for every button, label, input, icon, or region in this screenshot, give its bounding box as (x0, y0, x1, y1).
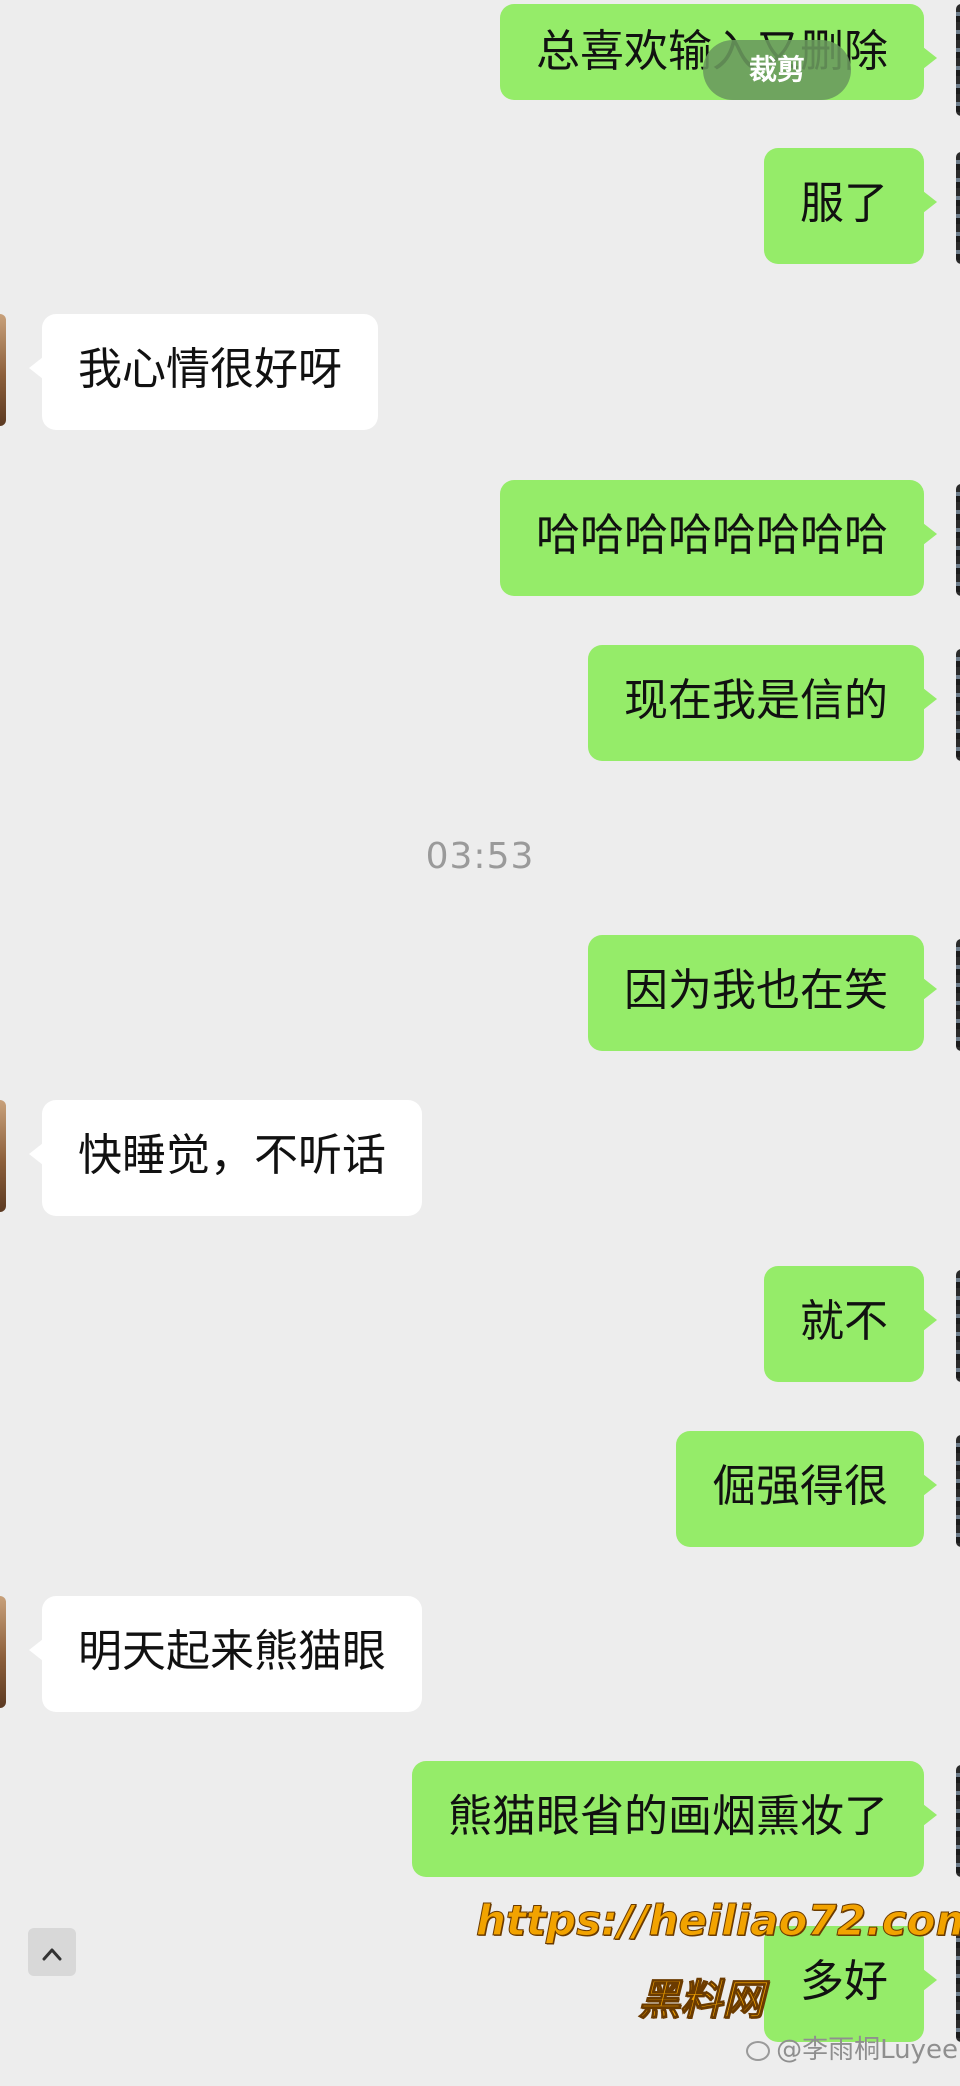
crop-button[interactable]: 裁剪 (703, 40, 851, 100)
contact-avatar[interactable] (0, 1100, 6, 1212)
message-text: 倔强得很 (712, 1461, 888, 1512)
watermark-url: https://heiliao72.com (475, 1896, 960, 1946)
message-bubble[interactable]: 服了 (764, 148, 937, 264)
message-bubble[interactable]: 倔强得很 (676, 1431, 937, 1547)
chevron-up-icon (42, 1935, 62, 1968)
self-avatar[interactable] (956, 1765, 960, 1877)
self-avatar[interactable] (956, 649, 960, 761)
message-text: 我心情很好呀 (78, 344, 342, 395)
self-avatar[interactable] (956, 484, 960, 596)
message-text: 明天起来熊猫眼 (78, 1626, 386, 1677)
message-timestamp: 03:53 (425, 836, 535, 877)
message-bubble[interactable]: 我心情很好呀 (29, 314, 378, 430)
watermark-site-name: 黑料网 (637, 1975, 765, 2025)
self-avatar[interactable] (956, 1435, 960, 1547)
self-avatar[interactable] (956, 152, 960, 264)
message-bubble[interactable]: 熊猫眼省的画烟熏妆了 (412, 1761, 937, 1877)
message-text: 就不 (800, 1296, 888, 1347)
message-bubble[interactable]: 明天起来熊猫眼 (29, 1596, 422, 1712)
self-avatar[interactable] (956, 4, 960, 116)
self-avatar[interactable] (956, 1270, 960, 1382)
message-text: 服了 (800, 178, 888, 229)
scroll-up-button[interactable] (28, 1928, 76, 1976)
contact-avatar[interactable] (0, 1596, 6, 1708)
weibo-credit: @李雨桐Luyee (746, 2029, 958, 2066)
contact-avatar[interactable] (0, 314, 6, 426)
message-bubble[interactable]: 因为我也在笑 (588, 935, 937, 1051)
message-text: 现在我是信的 (624, 675, 888, 726)
self-avatar[interactable] (956, 939, 960, 1051)
message-text: 快睡觉，不听话 (78, 1130, 386, 1181)
credit-text: @李雨桐Luyee (776, 2035, 958, 2065)
self-avatar[interactable] (956, 1930, 960, 2042)
message-bubble[interactable]: 就不 (764, 1266, 937, 1382)
message-bubble[interactable]: 哈哈哈哈哈哈哈哈 (500, 480, 937, 596)
message-bubble[interactable]: 现在我是信的 (588, 645, 937, 761)
weibo-logo-icon (746, 2041, 771, 2061)
message-text: 因为我也在笑 (624, 965, 888, 1016)
chat-area[interactable]: 总喜欢输入又删除 服了 我心情很好呀 哈哈哈哈哈哈哈哈 现在我是信的 03:53… (0, 0, 960, 2086)
message-bubble[interactable]: 快睡觉，不听话 (29, 1100, 422, 1216)
message-text: 多好 (800, 1956, 888, 2007)
message-text: 熊猫眼省的画烟熏妆了 (448, 1791, 888, 1842)
message-text: 哈哈哈哈哈哈哈哈 (536, 510, 888, 561)
